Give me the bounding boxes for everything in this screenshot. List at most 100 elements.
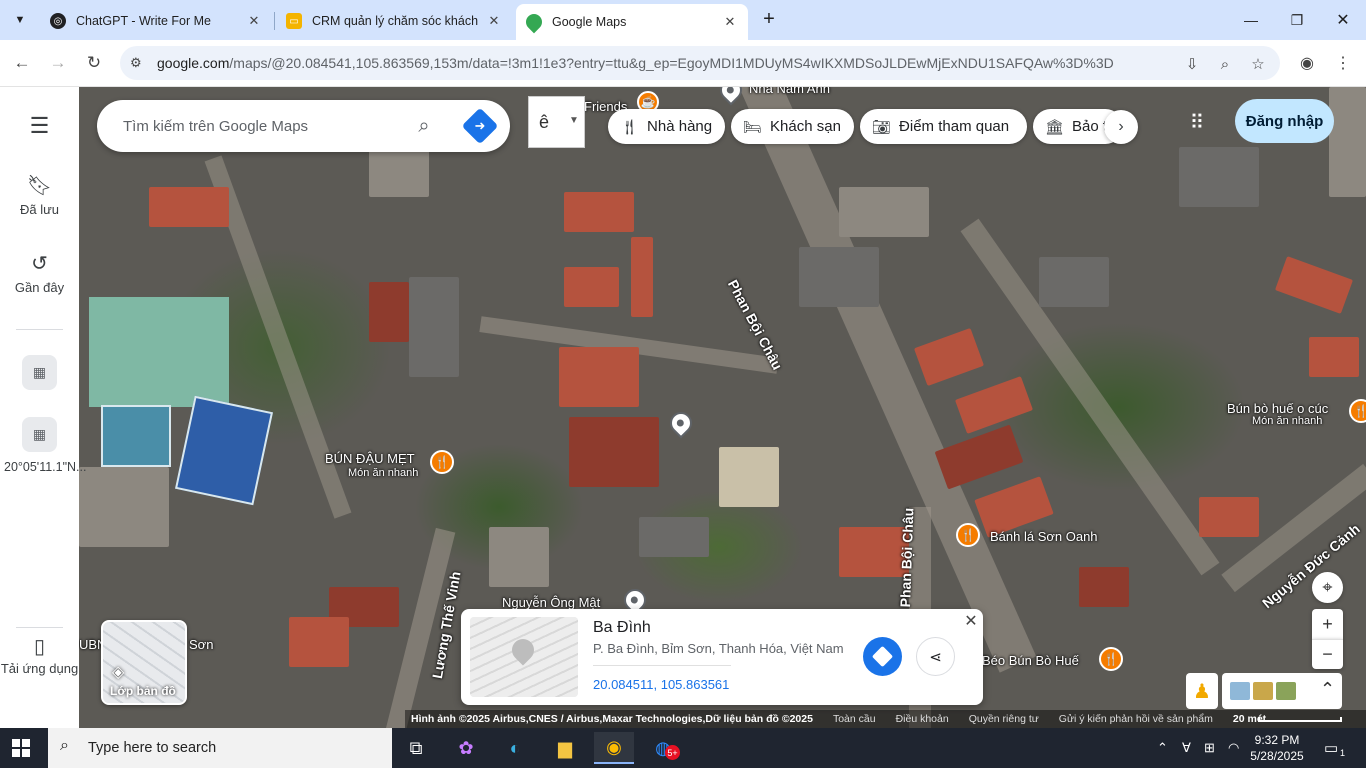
tab-google-maps[interactable]: Google Maps ✕ bbox=[516, 4, 748, 40]
taskbar-search[interactable]: ⌕ Type here to search bbox=[48, 728, 392, 768]
restaurant-icon[interactable]: 🍴 bbox=[956, 523, 980, 547]
windows-start-icon[interactable] bbox=[12, 739, 30, 757]
privacy-link[interactable]: Quyền riêng tư bbox=[969, 713, 1039, 725]
tab-crm[interactable]: ▭ CRM quản lý chăm sóc khách h ✕ bbox=[276, 6, 512, 36]
share-icon[interactable]: ⋖ bbox=[916, 637, 955, 676]
search-icon[interactable]: ⌕ bbox=[411, 113, 437, 139]
recent-place-thumb[interactable]: ▦ bbox=[22, 417, 57, 452]
zoom-out-button[interactable]: − bbox=[1312, 639, 1343, 669]
chip-attractions[interactable]: 📷︎ Điểm tham quan bbox=[860, 109, 1027, 144]
tab-search-chevron-icon[interactable]: ▼ bbox=[8, 8, 32, 32]
building bbox=[719, 447, 779, 507]
place-pin-icon[interactable] bbox=[665, 407, 697, 439]
tab-title: Google Maps bbox=[552, 15, 627, 29]
chip-label: Điểm tham quan bbox=[899, 118, 1010, 135]
restaurant-icon[interactable]: 🍴 bbox=[430, 450, 454, 474]
place-address: P. Ba Đình, Bỉm Sơn, Thanh Hóa, Việt Nam bbox=[593, 641, 844, 656]
chevron-right-icon[interactable]: › bbox=[1104, 110, 1138, 144]
restore-icon[interactable]: ❐ bbox=[1274, 8, 1320, 32]
clock-date: 5/28/2025 bbox=[1250, 749, 1304, 763]
ime-key: ê bbox=[539, 112, 550, 132]
sign-in-button[interactable]: Đăng nhập bbox=[1235, 99, 1334, 143]
clock-time: 9:32 PM bbox=[1254, 733, 1300, 747]
chevron-up-icon[interactable]: ⌃ bbox=[1320, 679, 1335, 700]
close-tab-icon[interactable]: ✕ bbox=[486, 13, 502, 29]
reload-icon[interactable]: ↻ bbox=[81, 50, 107, 76]
place-pin-icon[interactable] bbox=[715, 87, 747, 106]
global-link[interactable]: Toàn cầu bbox=[833, 713, 876, 725]
google-apps-grid-icon[interactable]: ⠿ bbox=[1185, 110, 1209, 134]
layers-button[interactable]: ◈ Lớp bản đồ bbox=[101, 620, 187, 705]
zoom-in-button[interactable]: + bbox=[1312, 609, 1343, 639]
map-label[interactable]: Nhà Nam Anh bbox=[749, 87, 830, 96]
recent-place-thumb[interactable]: ▦ bbox=[22, 355, 57, 390]
zalo-app-icon[interactable]: ◍ 5+ bbox=[643, 732, 683, 764]
file-explorer-icon[interactable]: ▆ bbox=[545, 732, 585, 764]
recent-place-label[interactable]: 20°05'11.1"N... bbox=[0, 459, 86, 475]
address-bar[interactable]: ⚙ google.com/maps/@20.084541,105.863569,… bbox=[120, 46, 1280, 80]
task-view-icon[interactable]: ⧉ bbox=[396, 732, 436, 764]
bookmark-star-icon[interactable]: ☆ bbox=[1248, 54, 1268, 74]
rail-divider bbox=[16, 627, 63, 628]
chrome-browser-icon[interactable]: ◉ bbox=[594, 732, 634, 764]
layer-option-thumb[interactable] bbox=[1230, 682, 1250, 700]
search-input[interactable] bbox=[123, 114, 403, 138]
place-title[interactable]: Ba Đình bbox=[593, 619, 651, 637]
install-app-icon[interactable]: ⇩ bbox=[1182, 54, 1202, 74]
tab-chatgpt[interactable]: ◎ ChatGPT - Write For Me ✕ bbox=[40, 6, 272, 36]
menu-hamburger-icon[interactable]: ☰ bbox=[0, 113, 79, 143]
map-label[interactable]: BÚN ĐẬU MẸT bbox=[325, 451, 415, 466]
recent-button[interactable]: ↺ Gần đây bbox=[0, 251, 79, 295]
copilot-icon[interactable]: ✿ bbox=[446, 732, 486, 764]
network-icon[interactable]: ⊞ bbox=[1204, 740, 1215, 756]
edge-browser-icon[interactable]: ◐ bbox=[495, 732, 535, 764]
terms-link[interactable]: Điều khoản bbox=[896, 713, 949, 725]
vpn-icon[interactable]: ∀ bbox=[1182, 740, 1191, 756]
notification-center-icon[interactable]: ▭ bbox=[1324, 739, 1338, 757]
minimize-icon[interactable]: — bbox=[1228, 8, 1274, 32]
map-label[interactable]: Sơn bbox=[189, 637, 213, 652]
place-thumbnail[interactable] bbox=[470, 617, 578, 697]
map-label[interactable]: Bánh lá Sơn Oanh bbox=[990, 529, 1098, 544]
window-close-icon[interactable]: ✕ bbox=[1320, 8, 1366, 32]
directions-button[interactable] bbox=[863, 637, 902, 676]
layer-option-thumb[interactable] bbox=[1253, 682, 1273, 700]
layer-option-thumb[interactable] bbox=[1276, 682, 1296, 700]
close-icon[interactable]: ✕ bbox=[961, 611, 981, 631]
chevron-down-icon[interactable]: ▼ bbox=[569, 115, 579, 126]
saved-button[interactable]: 🔖︎ Đã lưu bbox=[0, 173, 79, 217]
wifi-icon[interactable]: ◠ bbox=[1228, 740, 1239, 756]
profile-icon[interactable]: ◉ bbox=[1296, 52, 1318, 74]
site-info-icon[interactable]: ⚙ bbox=[130, 55, 146, 71]
close-tab-icon[interactable]: ✕ bbox=[722, 14, 738, 30]
menu-kebab-icon[interactable]: ⋮ bbox=[1332, 52, 1354, 74]
back-arrow-icon[interactable]: ← bbox=[9, 50, 35, 76]
map-label[interactable]: Nguyễn Ông Mật bbox=[502, 595, 600, 610]
building bbox=[559, 347, 639, 407]
new-tab-plus-icon[interactable]: + bbox=[758, 8, 780, 30]
chip-hotels[interactable]: 🛏︎ Khách sạn bbox=[731, 109, 854, 144]
forward-arrow-icon[interactable]: → bbox=[45, 50, 71, 76]
map-sublabel: Món ăn nhanh bbox=[348, 467, 419, 479]
map-label[interactable]: Béo Bún Bò Huế bbox=[982, 653, 1079, 668]
ime-language-indicator[interactable]: ê ▼ bbox=[528, 96, 585, 148]
my-location-icon[interactable]: ⌖ bbox=[1312, 572, 1343, 603]
camera-icon: 📷︎ bbox=[872, 118, 892, 136]
map-label[interactable]: Bún bò huế o cúc bbox=[1227, 401, 1328, 416]
taskbar-clock[interactable]: 9:32 PM 5/28/2025 bbox=[1246, 732, 1308, 764]
feedback-link[interactable]: Gửi ý kiến phản hồi về sản phẩm bbox=[1059, 713, 1213, 725]
rail-divider bbox=[16, 329, 63, 330]
close-tab-icon[interactable]: ✕ bbox=[246, 13, 262, 29]
restaurant-icon[interactable]: 🍴 bbox=[1349, 399, 1366, 423]
tray-chevron-up-icon[interactable]: ⌃ bbox=[1157, 740, 1168, 756]
place-coordinates-link[interactable]: 20.084511, 105.863561 bbox=[593, 677, 729, 692]
building bbox=[799, 247, 879, 307]
place-info-card[interactable]: Ba Đình P. Ba Đình, Bỉm Sơn, Thanh Hóa, … bbox=[461, 609, 983, 705]
get-app-button[interactable]: ▯ Tải ứng dụng bbox=[0, 637, 79, 677]
pegman-street-view-icon[interactable]: ♟ bbox=[1186, 673, 1218, 709]
building bbox=[1039, 257, 1109, 307]
directions-icon[interactable]: ➜ bbox=[461, 107, 499, 145]
restaurant-icon[interactable]: 🍴 bbox=[1099, 647, 1123, 671]
chip-restaurants[interactable]: 🍴︎ Nhà hàng bbox=[608, 109, 725, 144]
zoom-icon[interactable]: ⌕ bbox=[1215, 54, 1235, 74]
